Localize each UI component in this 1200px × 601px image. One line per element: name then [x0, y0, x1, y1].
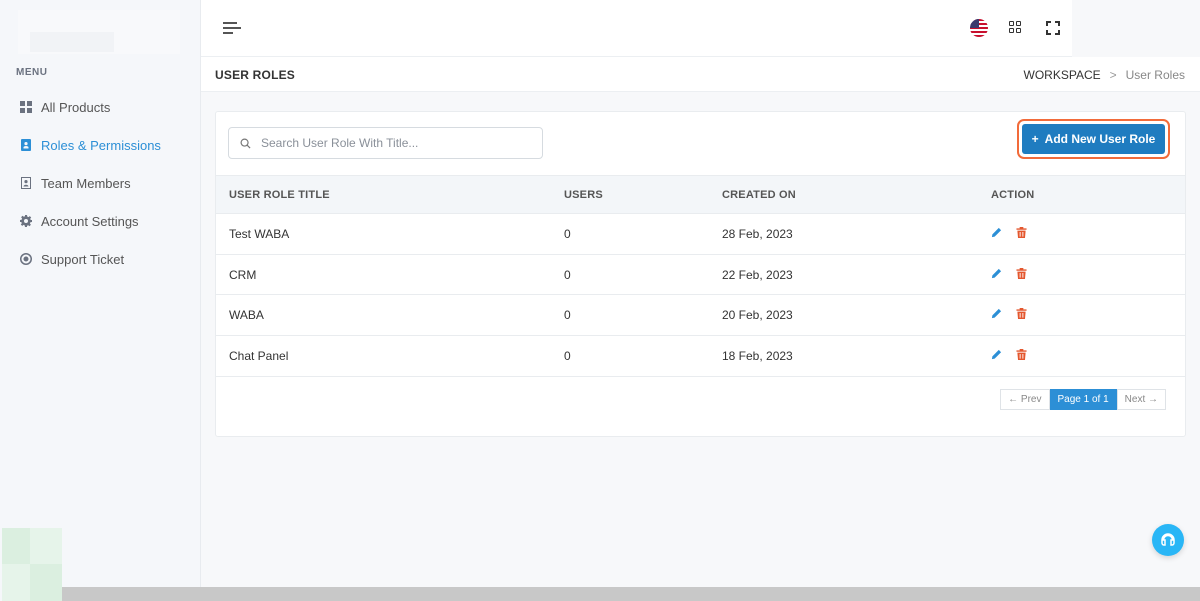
search-box [228, 127, 543, 159]
sidebar-item-label: Roles & Permissions [41, 137, 161, 153]
delete-trash-icon[interactable] [1016, 226, 1027, 238]
column-header-users[interactable]: USERS [564, 175, 722, 214]
support-chat-button[interactable] [1152, 524, 1184, 556]
prev-page-button[interactable]: ← Prev [1000, 389, 1050, 410]
top-header [201, 0, 1200, 57]
menu-heading: MENU [16, 67, 48, 78]
profile-menu[interactable] [1072, 0, 1200, 57]
search-icon [240, 138, 251, 149]
role-title-cell: Chat Panel [216, 335, 564, 377]
sidebar-item-label: Account Settings [41, 213, 139, 229]
table-header-row: USER ROLE TITLE USERS CREATED ON ACTION [216, 175, 1185, 214]
breadcrumb-workspace[interactable]: WORKSPACE [1024, 68, 1101, 82]
hamburger-icon[interactable] [223, 21, 241, 35]
sidebar-item-all-products[interactable]: All Products [0, 88, 200, 126]
role-title-cell: Test WABA [216, 213, 564, 255]
sidebar: MENU All Products Roles & Permissions Te… [0, 0, 201, 601]
search-input[interactable] [261, 128, 536, 158]
gear-icon [20, 215, 32, 227]
edit-pencil-icon[interactable] [991, 308, 1002, 319]
grid-icon [20, 101, 32, 113]
add-button-highlight: + Add New User Role [1017, 119, 1170, 159]
current-page-indicator: Page 1 of 1 [1049, 389, 1117, 410]
sidebar-item-account-settings[interactable]: Account Settings [0, 202, 200, 240]
table-row: Chat Panel 0 18 Feb, 2023 [216, 335, 1185, 377]
lifebuoy-icon [20, 253, 32, 265]
users-cell: 0 [564, 294, 722, 337]
user-roles-card: + Add New User Role USER ROLE TITLE USER… [215, 111, 1186, 437]
breadcrumb-separator: > [1109, 68, 1117, 82]
column-header-title[interactable]: USER ROLE TITLE [216, 175, 564, 214]
action-cell [991, 254, 1185, 296]
created-cell: 18 Feb, 2023 [722, 335, 991, 377]
created-cell: 28 Feb, 2023 [722, 213, 991, 255]
sidebar-item-roles-permissions[interactable]: Roles & Permissions [0, 126, 200, 164]
sidebar-item-team-members[interactable]: Team Members [0, 164, 200, 202]
sidebar-decoration [2, 528, 62, 601]
users-cell: 0 [564, 254, 722, 296]
user-roles-table: USER ROLE TITLE USERS CREATED ON ACTION … [216, 175, 1185, 377]
sidebar-item-label: All Products [41, 99, 111, 115]
horizontal-scrollbar[interactable] [62, 587, 1200, 601]
column-header-action: ACTION [991, 175, 1185, 214]
role-title-cell: CRM [216, 254, 564, 296]
edit-pencil-icon[interactable] [991, 227, 1002, 238]
apps-grid-icon[interactable] [1009, 21, 1023, 35]
sidebar-item-label: Team Members [41, 175, 131, 191]
page-title-bar: USER ROLES WORKSPACE > User Roles [201, 57, 1200, 92]
users-cell: 0 [564, 335, 722, 377]
add-button-label: Add New User Role [1044, 132, 1156, 146]
action-cell [991, 294, 1185, 337]
table-row: CRM 0 22 Feb, 2023 [216, 254, 1185, 296]
delete-trash-icon[interactable] [1016, 267, 1027, 279]
logo[interactable] [18, 10, 180, 54]
sidebar-item-support-ticket[interactable]: Support Ticket [0, 240, 200, 278]
edit-pencil-icon[interactable] [991, 349, 1002, 360]
table-row: WABA 0 20 Feb, 2023 [216, 294, 1185, 337]
column-header-created[interactable]: CREATED ON [722, 175, 991, 214]
next-page-button[interactable]: Next → [1116, 389, 1166, 410]
role-title-cell: WABA [216, 294, 564, 337]
page-title: USER ROLES [215, 68, 296, 82]
fullscreen-icon[interactable] [1046, 21, 1060, 35]
breadcrumb-current: User Roles [1125, 68, 1185, 82]
delete-trash-icon[interactable] [1016, 348, 1027, 360]
sidebar-nav: All Products Roles & Permissions Team Me… [0, 88, 200, 278]
table-row: Test WABA 0 28 Feb, 2023 [216, 213, 1185, 255]
address-book-icon [20, 177, 32, 189]
pagination: ← Prev Page 1 of 1 Next → [1000, 389, 1166, 410]
created-cell: 22 Feb, 2023 [722, 254, 991, 296]
us-flag-icon[interactable] [970, 19, 988, 37]
sidebar-item-label: Support Ticket [41, 251, 125, 267]
breadcrumb: WORKSPACE > User Roles [1024, 68, 1186, 82]
id-badge-icon [20, 139, 32, 151]
plus-icon: + [1031, 132, 1039, 146]
action-cell [991, 335, 1185, 377]
edit-pencil-icon[interactable] [991, 268, 1002, 279]
add-new-user-role-button[interactable]: + Add New User Role [1022, 124, 1165, 154]
headset-icon [1161, 533, 1175, 546]
created-cell: 20 Feb, 2023 [722, 294, 991, 337]
delete-trash-icon[interactable] [1016, 308, 1027, 320]
action-cell [991, 213, 1185, 255]
users-cell: 0 [564, 213, 722, 255]
